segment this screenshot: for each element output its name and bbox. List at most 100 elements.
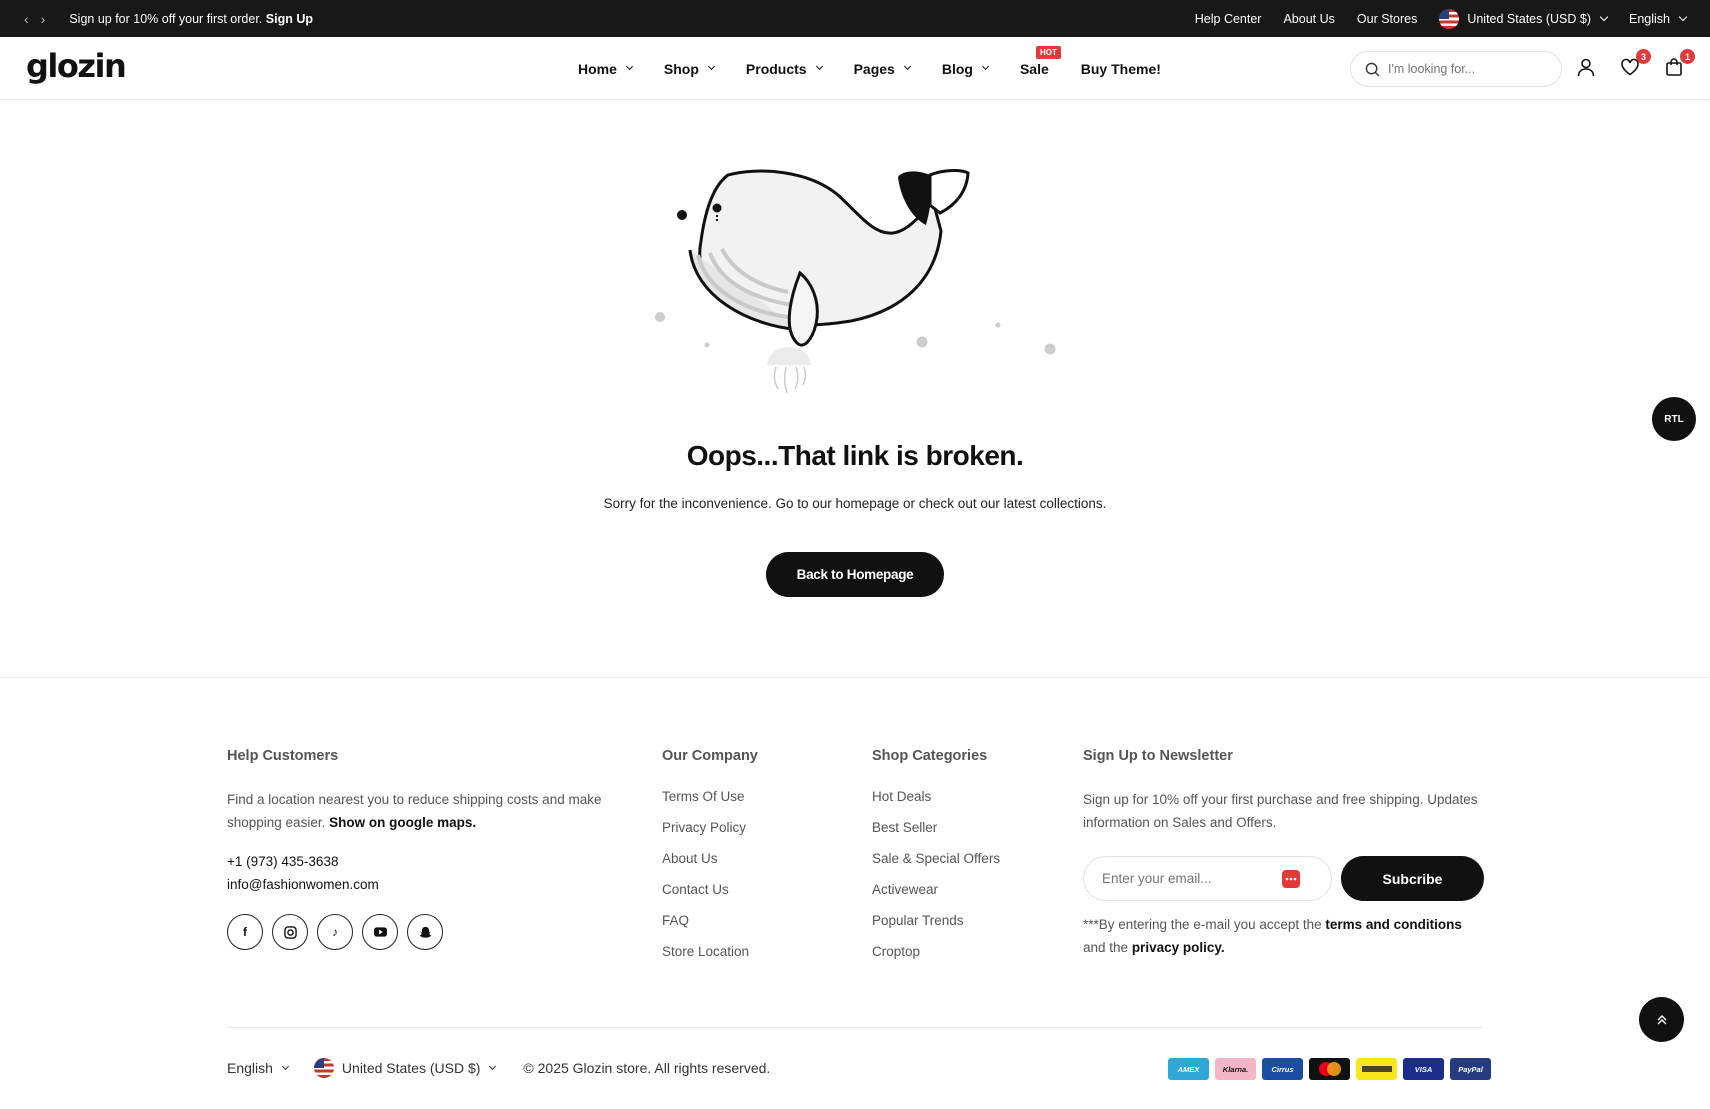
footer-link[interactable]: Activewear	[872, 881, 1000, 898]
next-arrow-icon[interactable]: ›	[41, 11, 46, 27]
newsletter-text: Sign up for 10% off your first purchase …	[1083, 792, 1478, 830]
facebook-icon[interactable]: f	[227, 914, 263, 950]
double-chevron-up-icon	[1656, 1014, 1667, 1025]
signup-link[interactable]: Sign Up	[266, 12, 313, 26]
snapchat-icon[interactable]	[407, 914, 443, 950]
footer-heading: Shop Categories	[872, 748, 988, 764]
prev-arrow-icon[interactable]: ‹	[24, 11, 29, 27]
youtube-icon[interactable]	[362, 914, 398, 950]
help-center-link[interactable]: Help Center	[1195, 12, 1262, 26]
phone-number[interactable]: +1 (973) 435-3638	[227, 850, 612, 873]
footer-link[interactable]: Sale & Special Offers	[872, 850, 1000, 867]
announcement-arrows: ‹ ›	[24, 11, 45, 27]
cart-icon[interactable]: 1	[1664, 49, 1695, 79]
chevron-down-icon	[903, 62, 911, 71]
chevron-down-icon	[1599, 12, 1609, 21]
language-label: English	[1629, 11, 1670, 26]
nav-home[interactable]: Home	[578, 60, 633, 77]
logo[interactable]: glozin	[26, 47, 127, 85]
search-icon[interactable]	[1365, 62, 1380, 77]
help-text: Find a location nearest you to reduce sh…	[227, 788, 612, 834]
footer-bottom-bar: English United States (USD $) © 2025 Glo…	[227, 1058, 770, 1078]
language-selector[interactable]: English	[1629, 11, 1688, 26]
footer-heading: Help Customers	[227, 748, 339, 764]
us-flag-icon	[313, 1058, 334, 1078]
nav-sale[interactable]: Sale HOT	[1019, 45, 1061, 77]
error-title: Oops...That link is broken.	[686, 440, 1024, 471]
western-union-icon	[1356, 1058, 1397, 1080]
mastercard-icon	[1309, 1058, 1350, 1080]
privacy-link[interactable]: privacy policy.	[1132, 940, 1225, 955]
subscribe-button[interactable]: Subcribe	[1341, 856, 1484, 901]
footer-link[interactable]: FAQ	[662, 912, 758, 929]
back-to-homepage-button[interactable]: Back to Homepage	[766, 552, 944, 597]
google-maps-link[interactable]: Show on google maps.	[329, 815, 476, 830]
wishlist-count-badge: 3	[1636, 49, 1651, 64]
footer-company-column: Our Company Terms Of Use Privacy Policy …	[662, 748, 758, 974]
nav-blog[interactable]: Blog	[942, 61, 989, 77]
nav-products[interactable]: Products	[745, 60, 823, 77]
footer-heading: Our Company	[662, 748, 758, 764]
announcement-bar: ‹ › Sign up for 10% off your first order…	[0, 0, 1710, 37]
password-manager-icon[interactable]	[1282, 869, 1300, 888]
amex-icon: AMEX	[1168, 1058, 1209, 1080]
nav-label: Products	[745, 60, 807, 77]
footer-categories-column: Shop Categories Hot Deals Best Seller Sa…	[872, 748, 1000, 974]
search-input[interactable]	[1388, 62, 1548, 76]
main-nav: Home Shop Products Pages Blog Sale HOT Bu…	[578, 37, 1161, 100]
footer-help-column: Help Customers Find a location nearest y…	[227, 748, 612, 950]
promo-message: Sign up for 10% off your first order.	[69, 11, 263, 26]
terms-link[interactable]: terms and conditions	[1325, 917, 1462, 932]
newsletter-disclaimer: ***By entering the e-mail you accept the…	[1083, 913, 1483, 959]
tiktok-icon[interactable]: ♪	[317, 914, 353, 950]
whale-illustration	[655, 169, 1056, 394]
footer-link[interactable]: Contact Us	[662, 881, 758, 898]
footer-currency-selector[interactable]: United States (USD $)	[313, 1058, 497, 1078]
nav-buy-theme[interactable]: Buy Theme!	[1081, 61, 1161, 77]
nav-label: Home	[578, 60, 617, 77]
footer-link[interactable]: About Us	[662, 850, 758, 867]
scroll-to-top-button[interactable]	[1639, 997, 1684, 1042]
klarna-icon: Klarna.	[1215, 1058, 1256, 1080]
newsletter-email-input[interactable]	[1102, 871, 1282, 886]
rtl-toggle-button[interactable]: RTL	[1652, 397, 1696, 441]
our-stores-link[interactable]: Our Stores	[1357, 12, 1417, 26]
promo-text: Sign up for 10% off your first order. Si…	[69, 12, 313, 26]
currency-label: United States (USD $)	[341, 1060, 481, 1076]
chevron-down-icon	[1678, 12, 1688, 21]
nav-label: Pages	[853, 60, 895, 77]
footer-link[interactable]: Hot Deals	[872, 788, 1000, 805]
footer-link[interactable]: Best Seller	[872, 819, 1000, 836]
footer-link[interactable]: Store Location	[662, 943, 758, 960]
hot-badge: HOT	[1035, 45, 1061, 59]
instagram-icon[interactable]	[272, 914, 308, 950]
chevron-down-icon	[489, 1062, 497, 1070]
chevron-down-icon	[625, 62, 633, 71]
currency-selector[interactable]: United States (USD $)	[1439, 8, 1609, 29]
about-us-link[interactable]: About Us	[1283, 12, 1334, 26]
footer-bottom-divider	[227, 1027, 1483, 1028]
error-message: Sorry for the inconvenience. Go to our h…	[603, 496, 1107, 511]
email-address[interactable]: info@fashionwomen.com	[227, 873, 612, 896]
chevron-down-icon	[707, 62, 715, 71]
language-label: English	[227, 1060, 273, 1076]
footer-link[interactable]: Popular Trends	[872, 912, 1000, 929]
copyright-text: © 2025 Glozin store. All rights reserved…	[523, 1060, 771, 1076]
disclaimer-text: ***By entering the e-mail you accept the	[1083, 917, 1322, 932]
wishlist-icon[interactable]: 3	[1620, 49, 1651, 79]
footer-link[interactable]: Terms Of Use	[662, 788, 758, 805]
us-flag-icon	[1439, 8, 1460, 29]
visa-icon: VISA	[1403, 1058, 1444, 1080]
footer-divider	[0, 677, 1710, 678]
chevron-down-icon	[981, 62, 989, 71]
footer-link[interactable]: Privacy Policy	[662, 819, 758, 836]
cirrus-icon: Cirrus	[1262, 1058, 1303, 1080]
payment-methods: AMEX Klarna. Cirrus VISA PayPal	[1168, 1058, 1491, 1080]
footer-link[interactable]: Croptop	[872, 943, 1000, 960]
nav-shop[interactable]: Shop	[663, 60, 715, 77]
nav-label: Shop	[663, 60, 699, 77]
nav-pages[interactable]: Pages	[853, 60, 911, 77]
nav-label: Sale	[1019, 60, 1049, 77]
account-icon[interactable]	[1576, 57, 1598, 79]
footer-language-selector[interactable]: English	[227, 1060, 289, 1076]
